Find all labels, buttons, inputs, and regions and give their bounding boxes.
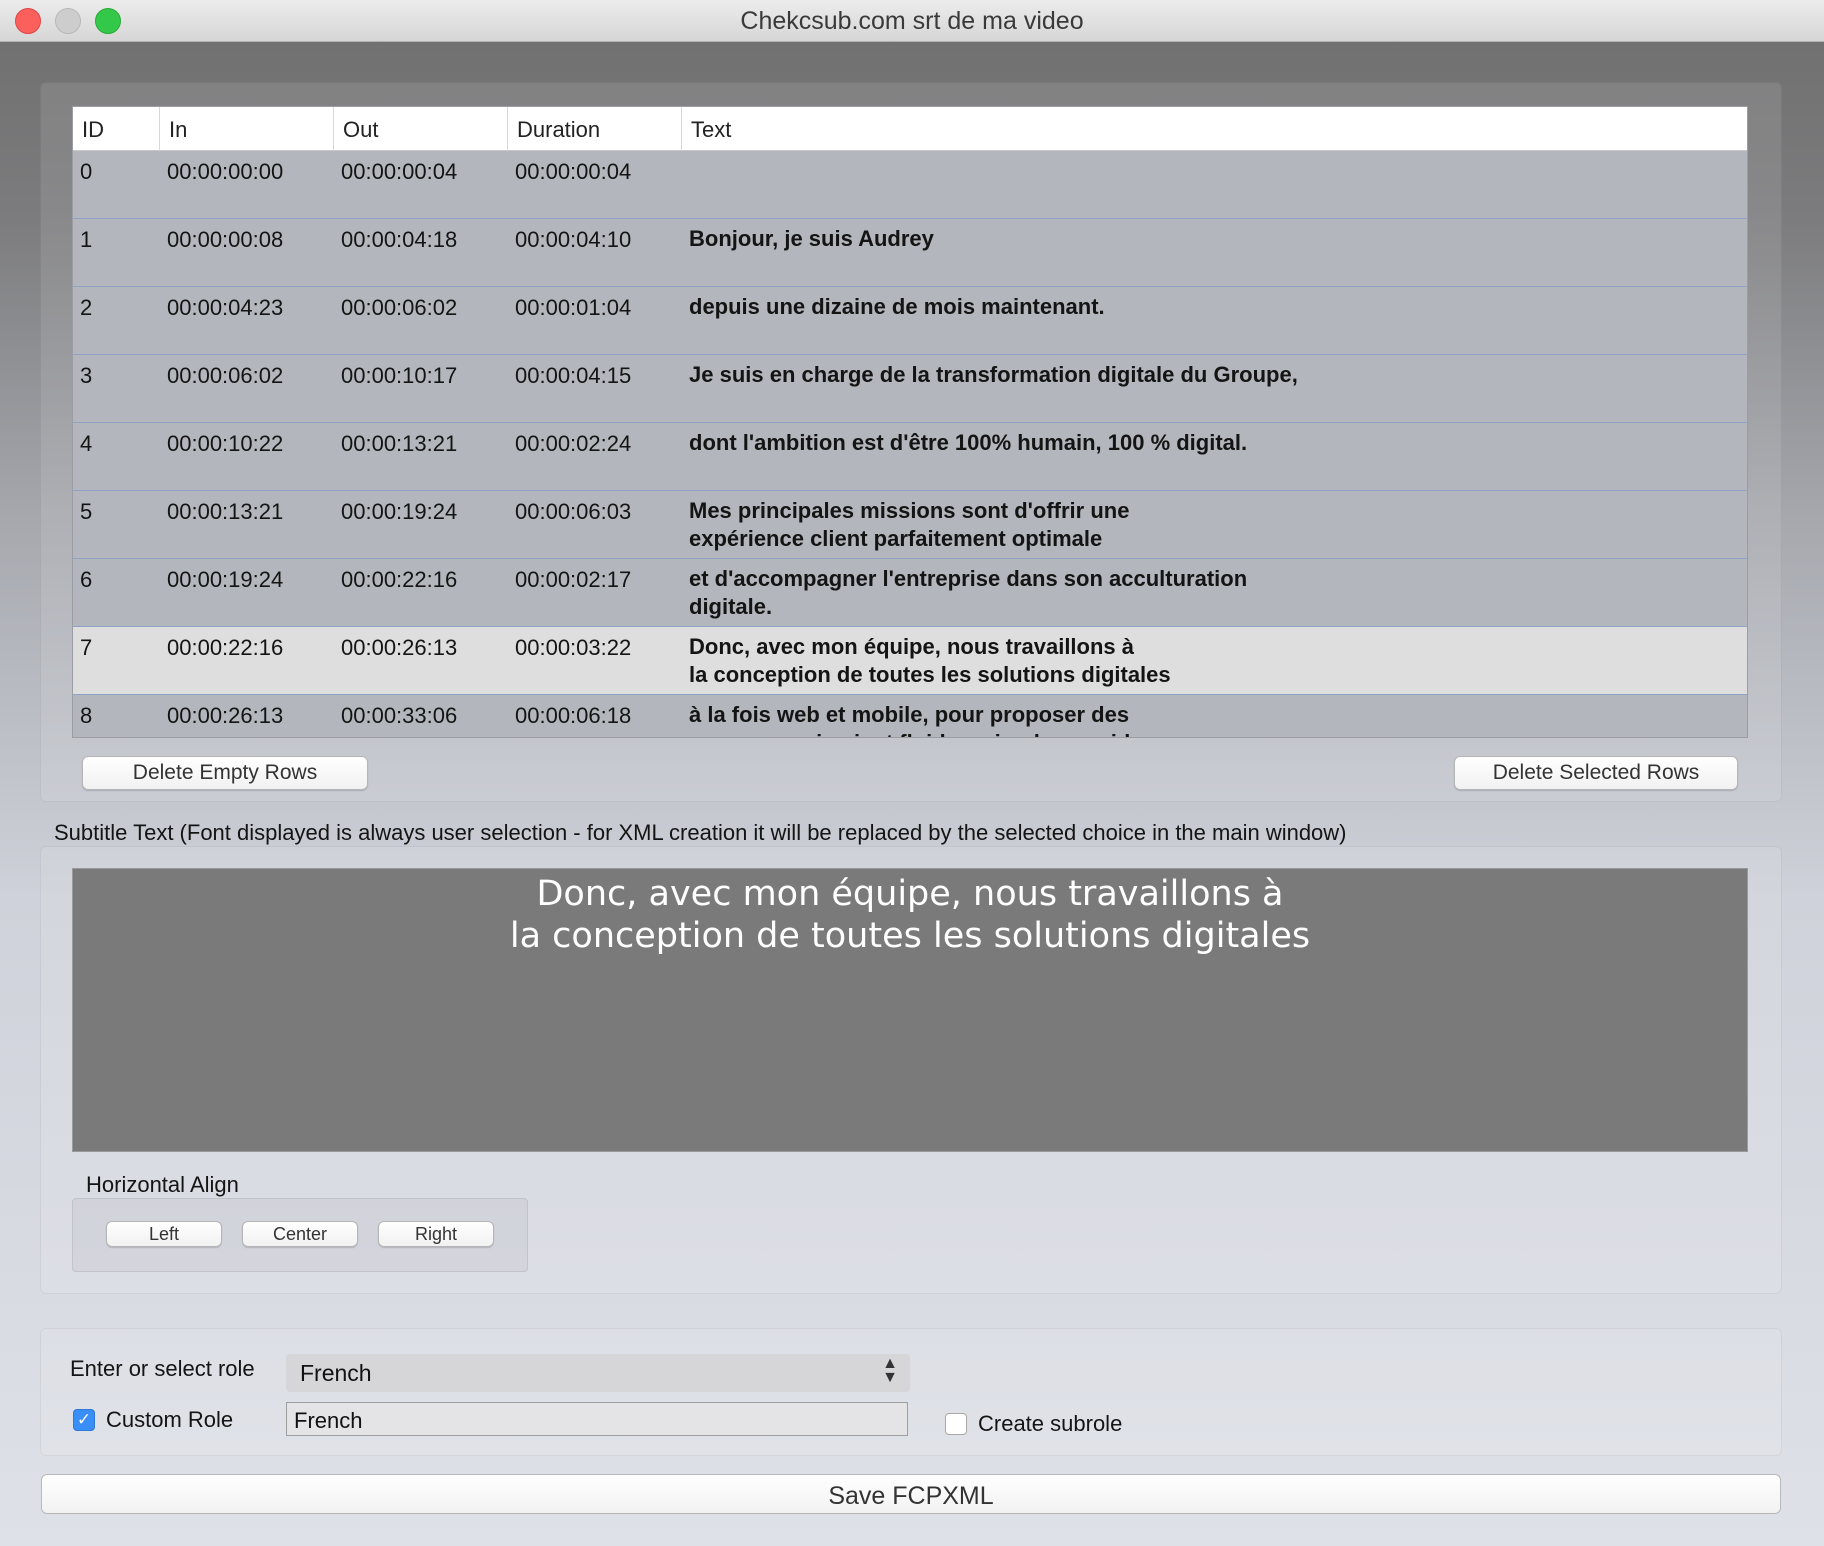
row-text: à la fois web et mobile, pour proposer d…	[689, 702, 1155, 737]
checkmark-icon: ✓	[76, 1410, 92, 1429]
row-duration: 00:00:04:10	[515, 227, 632, 252]
table-header: ID In Out Duration Text	[73, 107, 1747, 151]
row-duration: 00:00:06:03	[515, 499, 632, 524]
table-row[interactable]: 1 00:00:00:08 00:00:04:18 00:00:04:10 Bonjou…	[73, 219, 1747, 287]
delete-selected-rows-button[interactable]: Delete Selected Rows	[1454, 756, 1738, 790]
header-duration[interactable]: Duration	[508, 107, 682, 151]
row-out: 00:00:26:13	[341, 635, 458, 660]
app-window: Chekcsub.com srt de ma video ID In Out D…	[0, 0, 1824, 1546]
row-text: depuis une dizaine de mois maintenant.	[689, 294, 1105, 319]
row-duration: 00:00:04:15	[515, 363, 632, 388]
row-text: Mes principales missions sont d'offrir u…	[689, 498, 1130, 551]
row-in: 00:00:13:21	[167, 499, 284, 524]
row-out: 00:00:33:06	[341, 703, 458, 728]
header-in[interactable]: In	[160, 107, 334, 151]
row-id: 6	[80, 567, 93, 592]
row-text	[682, 151, 689, 218]
table-row[interactable]: 3 00:00:06:02 00:00:10:17 00:00:04:15 Je sui…	[73, 355, 1747, 423]
row-duration: 00:00:06:18	[515, 703, 632, 728]
create-subrole-label: Create subrole	[978, 1411, 1123, 1436]
align-right-button[interactable]: Right	[378, 1221, 494, 1247]
row-in: 00:00:19:24	[167, 567, 284, 592]
delete-empty-rows-button[interactable]: Delete Empty Rows	[82, 756, 368, 790]
row-duration: 00:00:02:24	[515, 431, 632, 456]
row-out: 00:00:22:16	[341, 567, 458, 592]
header-text[interactable]: Text	[682, 107, 1747, 151]
row-out: 00:00:10:17	[341, 363, 458, 388]
row-text: Donc, avec mon équipe, nous travaillons …	[689, 634, 1171, 687]
header-id[interactable]: ID	[73, 107, 160, 151]
row-in: 00:00:26:13	[167, 703, 284, 728]
subtitle-preview[interactable]: Donc, avec mon équipe, nous travaillons …	[72, 868, 1748, 1152]
row-in: 00:00:10:22	[167, 431, 284, 456]
title-bar[interactable]: Chekcsub.com srt de ma video	[0, 0, 1824, 42]
table-row[interactable]: 5 00:00:13:21 00:00:19:24 00:00:06:03 Mes pr…	[73, 491, 1747, 559]
window-title: Chekcsub.com srt de ma video	[740, 7, 1084, 35]
subtitle-table[interactable]: ID In Out Duration Text 0 00:00:00:00 00:0…	[72, 106, 1748, 738]
row-id: 8	[80, 703, 93, 728]
subtitle-text-label: Subtitle Text (Font displayed is always …	[54, 820, 1347, 845]
role-select-label: Enter or select role	[70, 1356, 255, 1381]
row-duration: 00:00:03:22	[515, 635, 632, 660]
row-in: 00:00:00:08	[167, 227, 284, 252]
row-duration: 00:00:01:04	[515, 295, 632, 320]
align-left-button[interactable]: Left	[106, 1221, 222, 1247]
row-text: Je suis en charge de la transformation d…	[689, 362, 1298, 387]
chevron-up-down-icon: ▲ ▼	[882, 1355, 898, 1386]
horizontal-align-label: Horizontal Align	[86, 1172, 239, 1197]
row-out: 00:00:13:21	[341, 431, 458, 456]
header-out[interactable]: Out	[334, 107, 508, 151]
row-in: 00:00:22:16	[167, 635, 284, 660]
row-duration: 00:00:00:04	[515, 159, 632, 184]
save-fcpxml-button[interactable]: Save FCPXML	[41, 1474, 1781, 1514]
table-row[interactable]: 8 00:00:26:13 00:00:33:06 00:00:06:18 à la f…	[73, 695, 1747, 737]
create-subrole-checkbox[interactable]	[945, 1413, 967, 1435]
row-id: 2	[80, 295, 93, 320]
custom-role-checkbox[interactable]: ✓	[73, 1409, 95, 1431]
row-id: 1	[80, 227, 93, 252]
row-text: dont l'ambition est d'être 100% humain, …	[689, 430, 1248, 455]
row-in: 00:00:04:23	[167, 295, 284, 320]
row-out: 00:00:00:04	[341, 159, 458, 184]
row-out: 00:00:06:02	[341, 295, 458, 320]
role-select-value: French	[300, 1360, 372, 1386]
row-id: 4	[80, 431, 93, 456]
align-center-button[interactable]: Center	[242, 1221, 358, 1247]
row-id: 7	[80, 635, 93, 660]
table-row[interactable]: 6 00:00:19:24 00:00:22:16 00:00:02:17 et d'a…	[73, 559, 1747, 627]
row-id: 3	[80, 363, 93, 388]
row-duration: 00:00:02:17	[515, 567, 632, 592]
role-select[interactable]: French ▲ ▼	[286, 1354, 910, 1392]
custom-role-label: Custom Role	[106, 1407, 234, 1432]
row-in: 00:00:00:00	[167, 159, 284, 184]
row-id: 5	[80, 499, 93, 524]
table-row[interactable]: 2 00:00:04:23 00:00:06:02 00:00:01:04 depuis…	[73, 287, 1747, 355]
table-row[interactable]: 0 00:00:00:00 00:00:00:04 00:00:00:04	[73, 151, 1747, 219]
row-id: 0	[80, 159, 93, 184]
role-panel	[40, 1328, 1782, 1456]
row-in: 00:00:06:02	[167, 363, 284, 388]
table-body: 0 00:00:00:00 00:00:00:04 00:00:00:04 1 00:00…	[73, 151, 1747, 737]
table-row[interactable]: 4 00:00:10:22 00:00:13:21 00:00:02:24 dont l…	[73, 423, 1747, 491]
row-out: 00:00:19:24	[341, 499, 458, 524]
table-row[interactable]: 7 00:00:22:16 00:00:26:13 00:00:03:22 Donc, …	[73, 627, 1747, 695]
row-out: 00:00:04:18	[341, 227, 458, 252]
row-text: Bonjour, je suis Audrey	[689, 226, 934, 251]
row-text: et d'accompagner l'entreprise dans son a…	[689, 566, 1248, 619]
custom-role-input[interactable]	[286, 1402, 908, 1436]
